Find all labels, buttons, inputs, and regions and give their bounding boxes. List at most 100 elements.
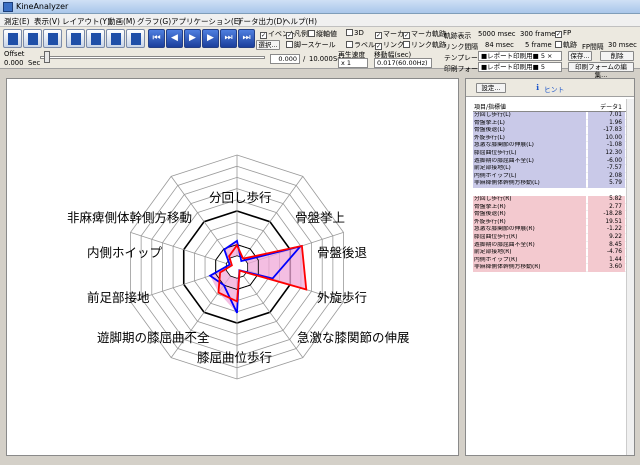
print-form-select[interactable]: ■レポート印刷用■ 5 bbox=[478, 62, 562, 72]
table-row[interactable]: 非麻痺側体幹側方移動(R) 3.60 bbox=[473, 264, 626, 272]
delete-button[interactable]: 削除 bbox=[600, 51, 634, 61]
trail-display-value: 5000 msec bbox=[478, 30, 516, 38]
row-label: 遊脚期の膝屈曲不全(R) bbox=[473, 241, 586, 250]
table-scrollbar[interactable] bbox=[626, 99, 634, 455]
link-interval-frame: 5 frame bbox=[525, 41, 552, 49]
table-row[interactable]: 分回し歩行(L) 7.01 bbox=[473, 112, 626, 120]
edit-print-form-button[interactable]: 印刷フォームの編集... bbox=[568, 62, 634, 79]
column-item: 項目/指標値 bbox=[474, 104, 507, 111]
step-forward-icon[interactable]: ▶ bbox=[202, 29, 219, 48]
column-data: データ1 bbox=[600, 104, 622, 111]
table-row[interactable]: 急激な膝関節の伸展(R) -1.22 bbox=[473, 226, 626, 234]
row-value: -7.57 bbox=[588, 165, 625, 173]
fp-interval-value: 30 msec bbox=[608, 41, 637, 49]
row-label: 骨盤後退(R) bbox=[473, 211, 586, 219]
time-current-field[interactable]: 0.000 bbox=[270, 54, 300, 64]
template-select[interactable]: ■レポート印刷用■ 5 × bbox=[478, 51, 562, 61]
scale-checkbox[interactable]: 脚ースケール bbox=[286, 40, 336, 50]
row-label: 非麻痺側体幹側方移動(R) bbox=[473, 264, 586, 272]
row-label: 骨盤後退(L) bbox=[473, 127, 586, 135]
check-icon[interactable] bbox=[66, 29, 85, 48]
trail-checkbox[interactable]: 軌跡 bbox=[555, 40, 577, 50]
row-value: -1.08 bbox=[588, 142, 625, 150]
table-row[interactable]: 骨盤後退(L) -17.83 bbox=[473, 127, 626, 135]
row-label: 外旋歩行(L) bbox=[473, 134, 586, 143]
menu-graph[interactable]: グラフ(G) bbox=[137, 16, 171, 27]
fast-forward-icon[interactable]: ⏭ bbox=[220, 29, 237, 48]
menu-help[interactable]: ヘルプ(H) bbox=[283, 16, 317, 27]
info-icon[interactable]: ℹ bbox=[536, 83, 539, 92]
row-label: 分回し歩行(L) bbox=[473, 112, 586, 120]
settings-button[interactable]: 設定... bbox=[476, 83, 506, 93]
print-icon[interactable] bbox=[43, 29, 62, 48]
skip-end-icon[interactable]: ⏭ bbox=[238, 29, 255, 48]
row-label: 膝屈曲位歩行(R) bbox=[473, 233, 586, 242]
row-value: 5.82 bbox=[588, 195, 625, 204]
step-back-icon[interactable]: ◀ bbox=[166, 29, 183, 48]
3d-checkbox[interactable]: 3D bbox=[346, 29, 364, 37]
timeline-slider-thumb[interactable] bbox=[44, 51, 50, 63]
row-value: 9.22 bbox=[588, 233, 625, 242]
radar-axis-label: 骨盤挙上 bbox=[295, 210, 346, 225]
marker-checkbox[interactable]: ✓ マーカ bbox=[375, 29, 404, 39]
timeline-slider[interactable] bbox=[40, 56, 265, 59]
table-row[interactable]: 膝屈曲位歩行(R) 9.22 bbox=[473, 233, 626, 242]
row-value: -6.00 bbox=[588, 157, 625, 166]
row-value: 7.01 bbox=[588, 112, 625, 120]
play-icon[interactable]: ▶ bbox=[184, 29, 201, 48]
table-row[interactable]: 骨盤挙上(R) 2.77 bbox=[473, 203, 626, 212]
row-value: 2.08 bbox=[588, 172, 625, 181]
menu-layout[interactable]: レイアウト(Y) bbox=[62, 16, 110, 27]
table-row[interactable]: 骨盤挙上(L) 1.96 bbox=[473, 119, 626, 128]
report-icon[interactable] bbox=[86, 29, 105, 48]
menu-measure[interactable]: 測定(E) bbox=[4, 16, 30, 27]
table-row[interactable]: 内側ホイップ(R) 1.44 bbox=[473, 256, 626, 265]
menu-application[interactable]: アプリケーション(E) bbox=[171, 16, 241, 27]
offset-label: Offset bbox=[4, 50, 25, 58]
table-row[interactable]: 外旋歩行(R) 19.51 bbox=[473, 218, 626, 227]
table-row[interactable]: 前足部接地(L) -7.57 bbox=[473, 165, 626, 173]
interval-select[interactable]: 0.017(60.00Hz) bbox=[374, 58, 432, 68]
fp-checkbox[interactable]: ✓ FP bbox=[555, 29, 571, 38]
row-label: 内側ホイップ(L) bbox=[473, 172, 586, 181]
radar-axis-label: 分回し歩行 bbox=[209, 190, 272, 205]
menu-bar: 測定(E) 表示(V) レイアウト(Y) 動画(M) グラフ(G) アプリケーシ… bbox=[0, 14, 640, 27]
table-row[interactable]: 急激な膝関節の伸展(L) -1.08 bbox=[473, 142, 626, 150]
table-row[interactable]: 外旋歩行(L) 10.00 bbox=[473, 134, 626, 143]
row-value: -17.83 bbox=[588, 127, 625, 135]
legend-checkbox[interactable]: ✓ 凡例 bbox=[286, 29, 308, 39]
speed-select[interactable]: x 1 bbox=[338, 58, 368, 68]
app-icon bbox=[3, 2, 13, 12]
hint-link[interactable]: ヒント bbox=[544, 84, 564, 94]
calculator-icon[interactable] bbox=[106, 29, 125, 48]
table-row[interactable]: 分回し歩行(R) 5.82 bbox=[473, 195, 626, 204]
row-label: 外旋歩行(R) bbox=[473, 218, 586, 227]
table-row[interactable]: 内側ホイップ(L) 2.08 bbox=[473, 172, 626, 181]
table-header: 項目/指標値 データ1 bbox=[473, 103, 626, 112]
table-row[interactable]: 遊脚期の膝屈曲不全(R) 8.45 bbox=[473, 241, 626, 250]
save-icon[interactable] bbox=[23, 29, 42, 48]
table-row[interactable]: 遊脚期の膝屈曲不全(L) -6.00 bbox=[473, 157, 626, 166]
skip-start-icon[interactable]: ⏮ bbox=[148, 29, 165, 48]
menu-data-output[interactable]: データ出力(D) bbox=[236, 16, 285, 27]
table-row[interactable]: 前足部接地(R) -4.76 bbox=[473, 249, 626, 257]
table-row[interactable]: 非麻痺側体幹側方移動(L) 5.79 bbox=[473, 180, 626, 188]
save-button[interactable]: 保存... bbox=[568, 51, 592, 61]
table-row[interactable]: 膝屈曲位歩行(L) 12.30 bbox=[473, 149, 626, 158]
table-row[interactable]: 骨盤後退(R) -18.28 bbox=[473, 211, 626, 219]
row-value: 2.77 bbox=[588, 203, 625, 212]
row-value: 1.96 bbox=[588, 119, 625, 128]
menu-video[interactable]: 動画(M) bbox=[108, 16, 135, 27]
time-total: 10.000 bbox=[309, 55, 333, 63]
export-icon[interactable] bbox=[126, 29, 145, 48]
title-bar: KineAnalyzer bbox=[0, 0, 640, 14]
axis-value-checkbox[interactable]: 縦軸値 bbox=[308, 29, 337, 39]
trail-display-frame: 300 frame bbox=[520, 30, 556, 38]
menu-view[interactable]: 表示(V) bbox=[34, 16, 60, 27]
marker-trail-checkbox[interactable]: ✓ マーカ軌跡 bbox=[403, 29, 446, 39]
open-icon[interactable] bbox=[3, 29, 22, 48]
offset-unit: Sec bbox=[28, 59, 41, 67]
row-value: -4.76 bbox=[588, 249, 625, 257]
radar-chart-pane: 分回し歩行 骨盤挙上 骨盤後退 外旋歩行 急激な膝関節の伸展 膝屈曲位歩行 遊脚期の膝屈曲不… bbox=[6, 78, 459, 456]
select-button[interactable]: 選択... bbox=[256, 40, 280, 50]
